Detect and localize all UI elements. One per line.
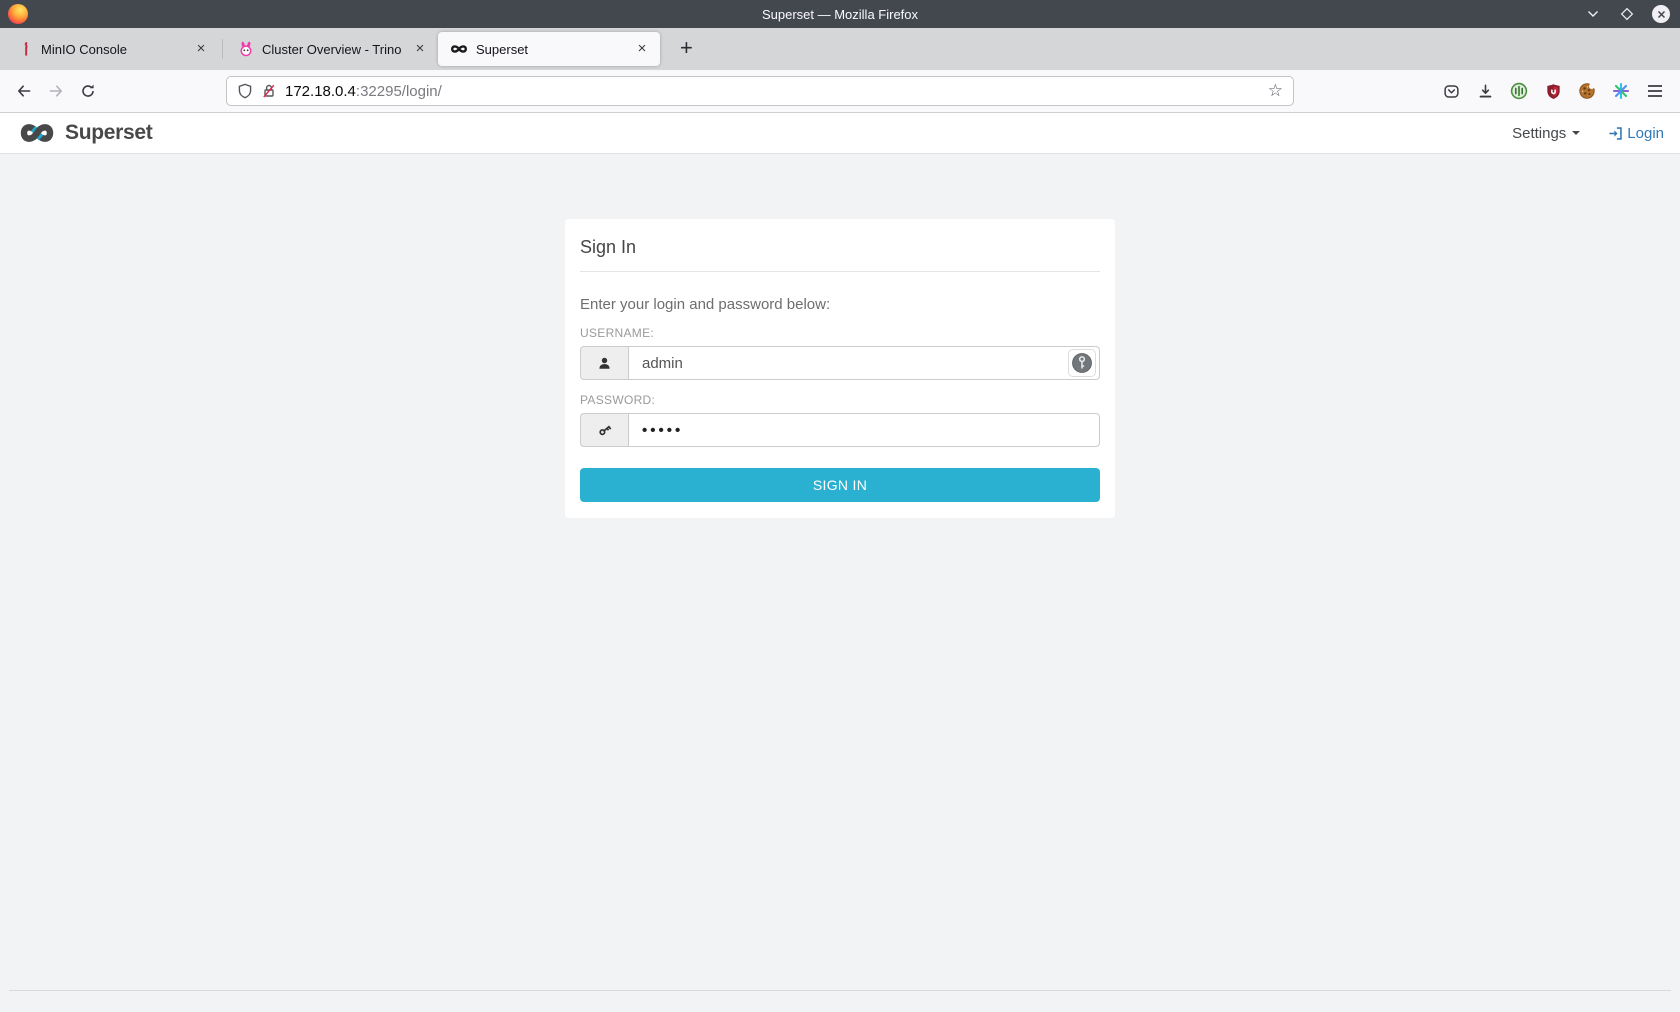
tab-close-icon[interactable]: × <box>191 39 211 59</box>
chevron-down-icon <box>1572 131 1580 135</box>
back-button[interactable] <box>8 75 40 107</box>
sign-in-button[interactable]: SIGN IN <box>580 468 1100 502</box>
password-input[interactable] <box>628 413 1100 447</box>
superset-brand[interactable]: Superset <box>16 119 152 147</box>
tab-superset[interactable]: Superset × <box>438 32 660 66</box>
login-link[interactable]: Login <box>1608 125 1664 142</box>
login-label: Login <box>1627 125 1664 142</box>
close-button[interactable] <box>1652 5 1670 23</box>
sign-in-card: Sign In Enter your login and password be… <box>565 219 1115 518</box>
cookie-extension-icon[interactable] <box>1572 76 1602 106</box>
tab-minio-console[interactable]: MinIO Console × <box>7 32 219 66</box>
footer-divider <box>9 990 1671 991</box>
tab-close-icon[interactable]: × <box>410 39 430 59</box>
tab-cluster-overview-trino[interactable]: Cluster Overview - Trino × <box>226 32 438 66</box>
url-path: :32295/login/ <box>356 83 442 100</box>
pocket-icon[interactable] <box>1436 76 1466 106</box>
window-controls <box>1584 5 1670 23</box>
url-host: 172.18.0.4 <box>285 83 356 100</box>
user-icon <box>580 346 628 380</box>
settings-label: Settings <box>1512 125 1566 142</box>
brand-name: Superset <box>65 121 152 145</box>
red-shield-extension-icon[interactable] <box>1538 76 1568 106</box>
bookmark-star-icon[interactable]: ☆ <box>1268 81 1283 101</box>
tab-label: Superset <box>476 42 624 57</box>
password-input-group <box>580 413 1100 447</box>
key-icon <box>580 413 628 447</box>
new-tab-button[interactable]: + <box>672 35 701 64</box>
window-titlebar: Superset — Mozilla Firefox <box>0 0 1680 28</box>
username-label: USERNAME: <box>580 326 1100 340</box>
forward-button[interactable] <box>40 75 72 107</box>
url-text[interactable]: 172.18.0.4:32295/login/ <box>285 83 1260 100</box>
download-icon[interactable] <box>1470 76 1500 106</box>
starburst-extension-icon[interactable] <box>1606 76 1636 106</box>
superset-navbar: Superset Settings Login <box>0 113 1680 154</box>
minio-favicon-icon <box>19 41 33 57</box>
window-title: Superset — Mozilla Firefox <box>0 7 1680 22</box>
keepassxc-icon[interactable] <box>1068 349 1096 377</box>
settings-menu[interactable]: Settings <box>1512 125 1580 142</box>
tab-separator <box>222 39 223 59</box>
minimize-button[interactable] <box>1584 5 1602 23</box>
superset-logo-icon <box>16 119 58 147</box>
card-title: Sign In <box>580 229 1100 272</box>
tab-strip: MinIO Console × Cluster Overview - Trino… <box>0 28 1680 70</box>
browser-toolbar: 172.18.0.4:32295/login/ ☆ <box>0 70 1680 113</box>
tab-label: Cluster Overview - Trino <box>262 42 402 57</box>
superset-favicon-icon <box>450 43 468 55</box>
username-input[interactable] <box>628 346 1100 380</box>
lock-slash-icon[interactable] <box>261 83 277 99</box>
firefox-logo-icon <box>8 4 28 24</box>
green-extension-icon[interactable] <box>1504 76 1534 106</box>
toolbar-extensions <box>1436 76 1670 106</box>
menu-icon[interactable] <box>1640 76 1670 106</box>
tab-label: MinIO Console <box>41 42 183 57</box>
trino-favicon-icon <box>238 41 254 57</box>
maximize-button[interactable] <box>1618 5 1636 23</box>
navbar-right: Settings Login <box>1512 125 1664 142</box>
page-content: Sign In Enter your login and password be… <box>0 156 1680 1012</box>
password-label: PASSWORD: <box>580 393 1100 407</box>
tab-close-icon[interactable]: × <box>632 39 652 59</box>
sign-in-icon <box>1608 126 1623 141</box>
card-subtitle: Enter your login and password below: <box>580 296 1100 313</box>
shield-icon[interactable] <box>237 83 253 99</box>
username-input-group <box>580 346 1100 380</box>
reload-button[interactable] <box>72 75 104 107</box>
url-bar[interactable]: 172.18.0.4:32295/login/ ☆ <box>226 76 1294 106</box>
